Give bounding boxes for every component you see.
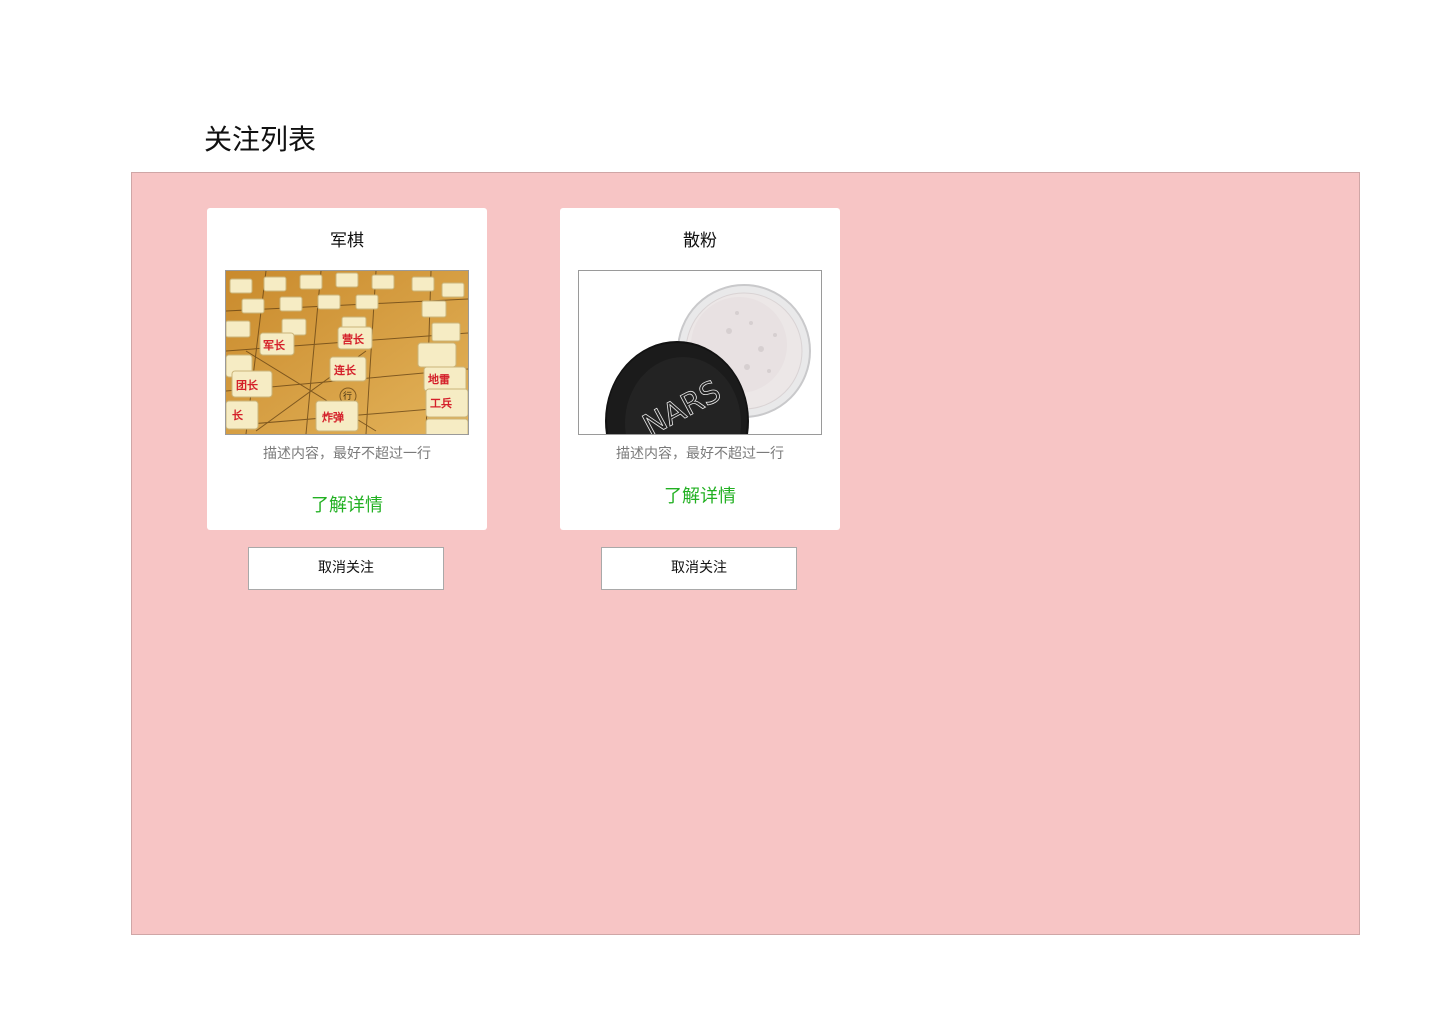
card-description: 描述内容，最好不超过一行 [263, 446, 431, 462]
piece-label: 军长 [263, 338, 286, 352]
follow-card: 军棋 军长 营长 连长 团长 炸弹 工兵 地雷 长 行 描述内容，最好不超过一行… [207, 208, 487, 530]
piece-label: 连长 [334, 363, 357, 377]
card-title: 军棋 [330, 231, 364, 251]
page-title: 关注列表 [204, 123, 317, 156]
piece-label: 团长 [236, 378, 259, 392]
unfollow-button[interactable]: 取消关注 [248, 547, 444, 590]
card-description: 描述内容，最好不超过一行 [616, 446, 784, 462]
product-image: NARS [578, 270, 822, 435]
loose-powder-illustration: NARS [579, 271, 821, 434]
piece-label: 工兵 [430, 396, 452, 410]
piece-label: 炸弹 [322, 410, 344, 424]
unfollow-button[interactable]: 取消关注 [601, 547, 797, 590]
details-link[interactable]: 了解详情 [207, 494, 487, 518]
card-title: 散粉 [683, 231, 717, 251]
piece-label: 地雷 [428, 372, 450, 386]
product-image: 军长 营长 连长 团长 炸弹 工兵 地雷 长 行 [225, 270, 469, 435]
piece-label: 营长 [342, 332, 365, 346]
junqi-board-illustration: 军长 营长 连长 团长 炸弹 工兵 地雷 长 行 [226, 271, 468, 434]
piece-label: 长 [232, 408, 244, 422]
follow-card: 散粉 NARS 描述内容，最好不超过一行 了解详情 [560, 208, 840, 530]
details-link[interactable]: 了解详情 [560, 485, 840, 509]
follow-list-panel: 军棋 军长 营长 连长 团长 炸弹 工兵 地雷 长 行 描述内容，最好不超过一行… [131, 172, 1360, 935]
board-mark: 行 [343, 390, 352, 402]
